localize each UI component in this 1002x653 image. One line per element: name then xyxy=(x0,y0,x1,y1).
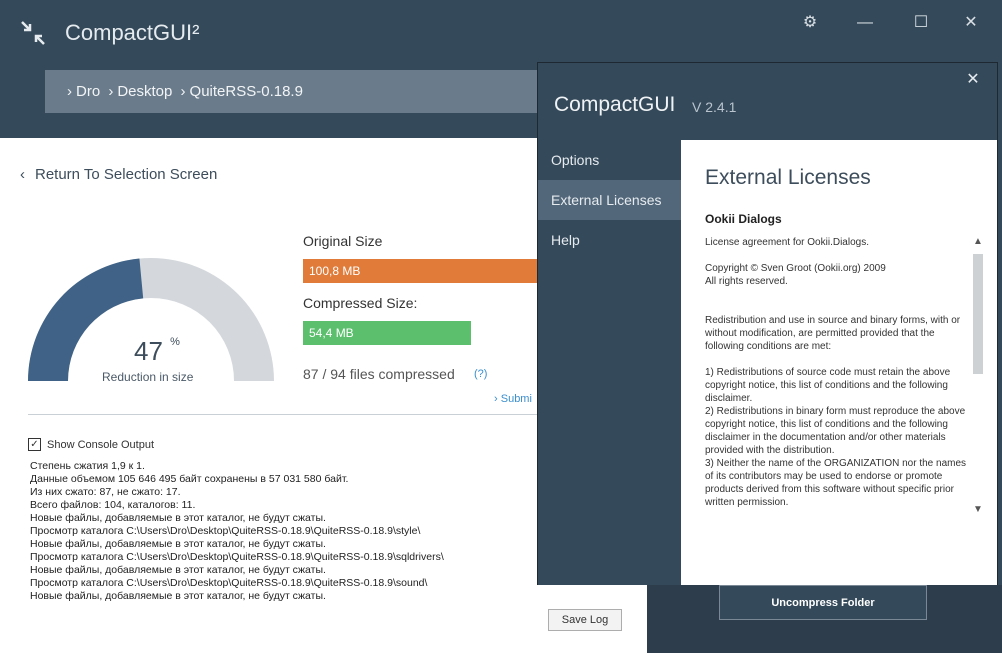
settings-gear-icon[interactable]: ⚙ xyxy=(797,10,823,36)
console-line: Новые файлы, добавляемые в этот каталог,… xyxy=(30,512,326,524)
scroll-down-icon[interactable]: ▼ xyxy=(971,504,985,518)
original-size-label: Original Size xyxy=(303,233,383,249)
console-line: Просмотр каталога C:\Users\Dro\Desktop\Q… xyxy=(30,551,444,563)
divider xyxy=(28,414,548,415)
submit-label: Submi xyxy=(500,393,532,405)
return-label: Return To Selection Screen xyxy=(35,166,218,183)
breadcrumb-separator-icon: › xyxy=(108,83,114,100)
console-line: Всего файлов: 104, каталогов: 11. xyxy=(30,499,196,511)
scroll-up-icon[interactable]: ▲ xyxy=(971,236,985,250)
show-console-label: Show Console Output xyxy=(47,439,155,451)
license-scrollbar[interactable]: ▲ ▼ xyxy=(971,236,985,520)
breadcrumb-separator-icon: › xyxy=(180,83,186,100)
dialog-title: CompactGUI xyxy=(554,93,676,116)
console-line: Степень сжатия 1,9 к 1. xyxy=(30,460,145,472)
dialog-close-icon[interactable]: ✕ xyxy=(963,69,983,89)
console-line: Просмотр каталога C:\Users\Dro\Desktop\Q… xyxy=(30,577,428,589)
maximize-button[interactable]: ☐ xyxy=(908,10,934,36)
reduction-label: Reduction in size xyxy=(102,370,194,384)
breadcrumb-item[interactable]: Dro xyxy=(76,83,100,100)
reduction-percent: 47 % xyxy=(134,336,180,367)
uncompress-folder-button[interactable]: Uncompress Folder xyxy=(719,585,927,620)
console-output: Степень сжатия 1,9 к 1. Данные объемом 10… xyxy=(30,460,550,603)
return-button[interactable]: ‹ Return To Selection Screen xyxy=(20,166,217,183)
license-title: Ookii Dialogs xyxy=(705,212,782,226)
nav-item-options[interactable]: Options xyxy=(538,140,681,180)
breadcrumb-item[interactable]: QuiteRSS-0.18.9 xyxy=(190,83,303,100)
dialog-version: V 2.4.1 xyxy=(692,99,737,115)
breadcrumb-separator-icon: › xyxy=(67,83,72,100)
app-title: CompactGUI² xyxy=(65,20,200,45)
minimize-button[interactable]: — xyxy=(852,10,878,36)
license-text: License agreement for Ookii.Dialogs. Cop… xyxy=(705,237,967,508)
nav-item-help[interactable]: Help xyxy=(538,220,681,260)
dialog-nav: Options External Licenses Help xyxy=(538,140,681,585)
compressed-size-label: Compressed Size: xyxy=(303,295,418,311)
nav-item-external-licenses[interactable]: External Licenses xyxy=(538,180,681,220)
close-button[interactable]: ✕ xyxy=(958,10,984,36)
console-line: Просмотр каталога C:\Users\Dro\Desktop\Q… xyxy=(30,525,421,537)
percent-unit: % xyxy=(170,336,180,348)
save-log-button[interactable]: Save Log xyxy=(548,609,622,631)
gauge-fill xyxy=(28,258,144,381)
main-window: CompactGUI² ⚙ — ☐ ✕ › Dro › Desktop › Quite… xyxy=(0,0,1002,653)
scroll-thumb[interactable] xyxy=(973,254,983,374)
dialog-content: External Licenses Ookii Dialogs License … xyxy=(681,140,997,585)
console-line: Новые файлы, добавляемые в этот каталог,… xyxy=(30,590,326,602)
console-line: Данные объемом 105 646 495 байт сохранен… xyxy=(30,473,349,485)
console-line: Из них сжато: 87, не сжато: 17. xyxy=(30,486,181,498)
app-logo-icon xyxy=(20,20,46,46)
title-bar: CompactGUI² ⚙ — ☐ ✕ xyxy=(0,0,1002,70)
breadcrumb-item[interactable]: Desktop xyxy=(117,83,172,100)
files-compressed-text: 87 / 94 files compressed xyxy=(303,366,455,382)
chevron-left-icon: ‹ xyxy=(20,166,25,183)
help-link[interactable]: (?) xyxy=(474,368,487,380)
original-size-bar: 100,8 MB xyxy=(303,259,539,283)
console-line: Новые файлы, добавляемые в этот каталог,… xyxy=(30,538,326,550)
compressed-size-bar: 54,4 MB xyxy=(303,321,471,345)
console-line: Новые файлы, добавляемые в этот каталог,… xyxy=(30,564,326,576)
content-heading: External Licenses xyxy=(705,166,871,189)
about-dialog: CompactGUI V 2.4.1 ✕ Options External Li… xyxy=(537,62,998,585)
show-console-checkbox[interactable]: ✓ xyxy=(28,438,41,451)
percent-value: 47 xyxy=(134,336,163,366)
breadcrumb: › Dro › Desktop › QuiteRSS-0.18.9 xyxy=(45,70,545,113)
submit-link[interactable]: › Submi xyxy=(494,393,532,405)
